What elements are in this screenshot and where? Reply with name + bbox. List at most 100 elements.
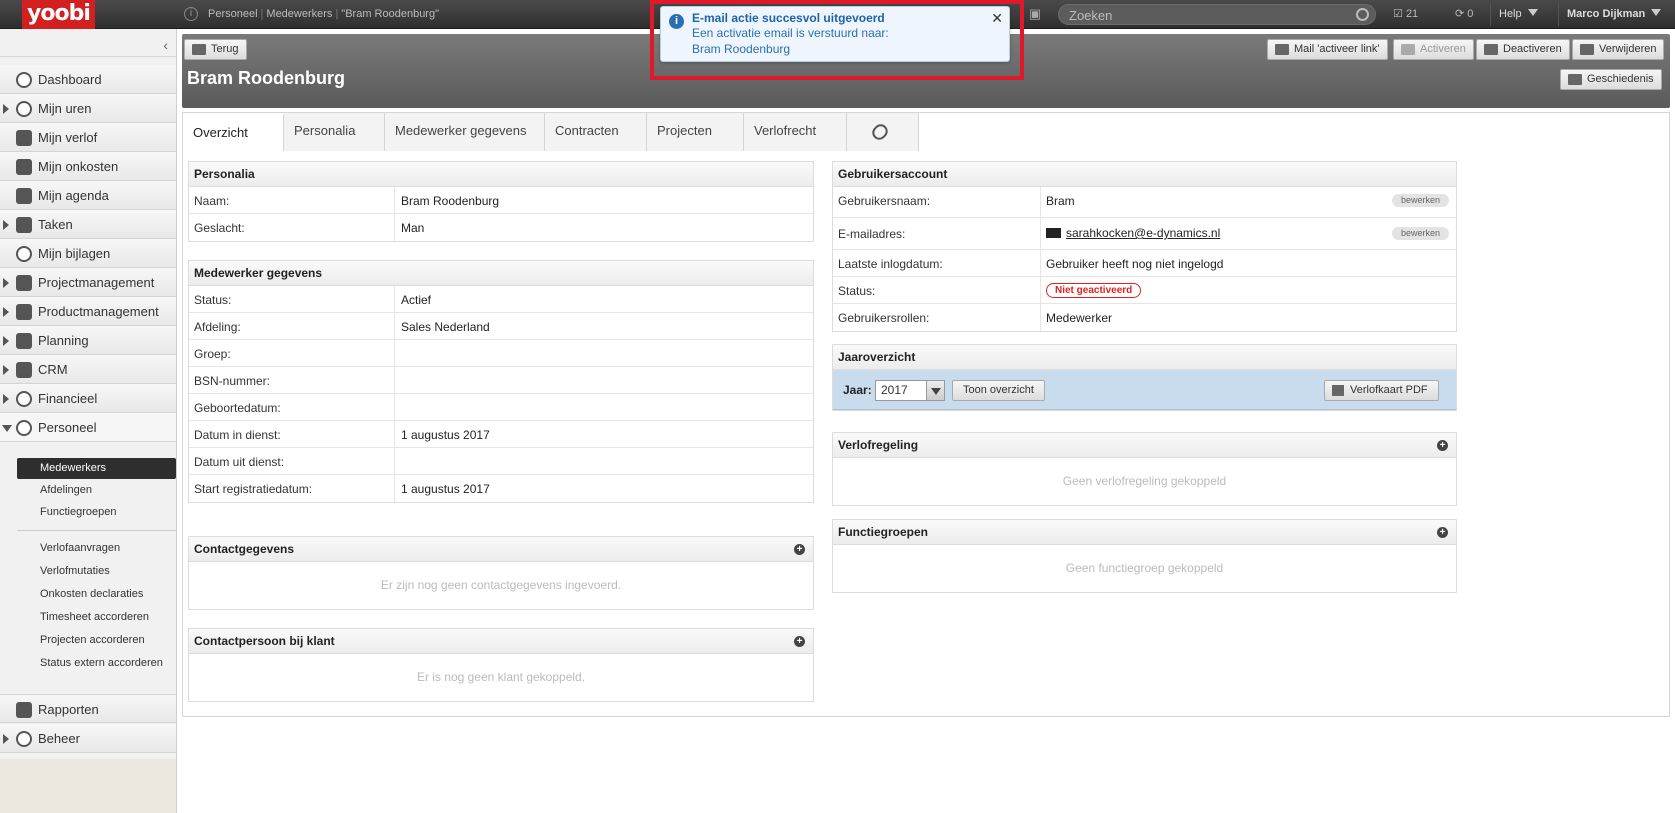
tab-contracten[interactable]: Contracten bbox=[545, 113, 647, 151]
add-icon[interactable]: + bbox=[794, 636, 805, 647]
deactivate-label: Deactiveren bbox=[1503, 43, 1562, 55]
add-icon[interactable]: + bbox=[794, 544, 805, 555]
sidebar-item-mijn-verlof[interactable]: Mijn verlof bbox=[0, 123, 176, 152]
sidebar-item-productmanagement[interactable]: Productmanagement bbox=[0, 297, 176, 326]
year-select[interactable]: 2017 bbox=[875, 380, 945, 401]
user-menu[interactable]: Marco Dijkman bbox=[1558, 3, 1669, 26]
sidebar-subitem-functiegroepen[interactable]: Functiegroepen bbox=[17, 502, 176, 523]
search-icon[interactable] bbox=[1356, 8, 1369, 21]
collapse-arrow-icon[interactable] bbox=[2, 425, 12, 432]
help-menu[interactable]: Help bbox=[1490, 3, 1546, 26]
field-label: Gebruikersrollen: bbox=[838, 311, 930, 325]
pdf-label: Verlofkaart PDF bbox=[1350, 384, 1428, 396]
expand-arrow-icon[interactable] bbox=[3, 336, 9, 346]
activate-button[interactable]: Activeren bbox=[1393, 39, 1474, 60]
add-icon[interactable]: + bbox=[1437, 440, 1448, 451]
sidebar-item-crm[interactable]: CRM bbox=[0, 355, 176, 384]
contact-card-icon[interactable]: ▣ bbox=[1026, 5, 1044, 23]
wrench-icon bbox=[16, 731, 32, 747]
expand-arrow-icon[interactable] bbox=[3, 307, 9, 317]
edit-email-button[interactable]: bewerken bbox=[1391, 227, 1449, 240]
history-button[interactable]: Geschiedenis bbox=[1560, 69, 1662, 90]
sidebar-item-mijn-agenda[interactable]: Mijn agenda bbox=[0, 181, 176, 210]
chevron-down-icon[interactable] bbox=[926, 381, 944, 400]
checklist-icon bbox=[16, 217, 32, 233]
sidebar-item-label: Beheer bbox=[38, 731, 80, 746]
tasks-counter[interactable]: ☑ 21 bbox=[1393, 7, 1418, 20]
panel-title: Contactpersoon bij klant bbox=[194, 634, 335, 648]
expand-arrow-icon[interactable] bbox=[3, 365, 9, 375]
table-row: Afdeling: Sales Nederland bbox=[189, 313, 813, 340]
field-label: Groep: bbox=[194, 347, 231, 361]
tab-overzicht[interactable]: Overzicht bbox=[183, 113, 284, 151]
show-overview-button[interactable]: Toon overzicht bbox=[952, 380, 1045, 401]
expand-arrow-icon[interactable] bbox=[3, 734, 9, 744]
tab-verlofrecht[interactable]: Verlofrecht bbox=[744, 113, 847, 151]
field-label: Geboortedatum: bbox=[194, 401, 281, 415]
sidebar-subitem-projecten-accorderen[interactable]: Projecten accorderen bbox=[17, 630, 176, 651]
sidebar-item-label: Mijn agenda bbox=[38, 188, 109, 203]
sidebar-item-beheer[interactable]: Beheer bbox=[0, 724, 176, 753]
sidebar-item-financieel[interactable]: Financieel bbox=[0, 384, 176, 413]
edit-username-button[interactable]: bewerken bbox=[1391, 194, 1449, 207]
expand-arrow-icon[interactable] bbox=[3, 220, 9, 230]
tab-medewerker-gegevens[interactable]: Medewerker gegevens bbox=[385, 113, 545, 151]
breadcrumb-item[interactable]: Medewerkers bbox=[266, 8, 332, 20]
calendar-icon bbox=[16, 188, 32, 204]
year-toolbar: Jaar: 2017 Toon overzicht Verlofkaart PD… bbox=[833, 370, 1456, 410]
sidebar: ‹ Dashboard Mijn uren Mijn verlof Mijn o… bbox=[0, 29, 177, 813]
tab-attachments[interactable] bbox=[847, 113, 919, 151]
sidebar-item-mijn-bijlagen[interactable]: Mijn bijlagen bbox=[0, 239, 176, 268]
year-label: Jaar: bbox=[843, 383, 872, 397]
empty-message: Er zijn nog geen contactgegevens ingevoe… bbox=[380, 578, 622, 592]
email-link[interactable]: sarahkocken@e-dynamics.nl bbox=[1066, 226, 1220, 240]
add-icon[interactable]: + bbox=[1437, 527, 1448, 538]
empty-message: Geen functiegroep gekoppeld bbox=[1065, 561, 1224, 575]
paperclip-icon bbox=[16, 246, 32, 262]
breadcrumb-item[interactable]: Personeel bbox=[208, 8, 258, 20]
sidebar-subitem-afdelingen[interactable]: Afdelingen bbox=[17, 480, 176, 501]
sidebar-item-label: Projectmanagement bbox=[38, 275, 155, 290]
sidebar-item-dashboard[interactable]: Dashboard bbox=[0, 65, 176, 94]
leave-card-pdf-button[interactable]: Verlofkaart PDF bbox=[1324, 380, 1439, 401]
panel-header: Functiegroepen + bbox=[833, 520, 1456, 545]
close-icon[interactable]: ✕ bbox=[991, 10, 1003, 27]
sidebar-subitem-status-extern-accorderen[interactable]: Status extern accorderen bbox=[17, 653, 176, 674]
expand-arrow-icon[interactable] bbox=[3, 394, 9, 404]
tab-projecten[interactable]: Projecten bbox=[647, 113, 744, 151]
sidebar-item-projectmanagement[interactable]: Projectmanagement bbox=[0, 268, 176, 297]
sidebar-item-taken[interactable]: Taken bbox=[0, 210, 176, 239]
chevron-left-icon[interactable]: ‹ bbox=[163, 37, 168, 53]
sidebar-subitem-onkosten-declaraties[interactable]: Onkosten declaraties bbox=[17, 584, 176, 605]
panel-header: Contactgegevens + bbox=[189, 537, 813, 562]
sidebar-item-rapporten[interactable]: Rapporten bbox=[0, 694, 176, 723]
back-button[interactable]: Terug bbox=[184, 39, 247, 60]
sidebar-collapse[interactable]: ‹ bbox=[0, 35, 176, 57]
sidebar-subitem-medewerkers[interactable]: Medewerkers bbox=[17, 458, 176, 479]
calendar-17-icon bbox=[16, 333, 32, 349]
sidebar-item-mijn-onkosten[interactable]: Mijn onkosten bbox=[0, 152, 176, 181]
sidebar-item-label: Mijn onkosten bbox=[38, 159, 119, 174]
sidebar-subitem-verlofmutaties[interactable]: Verlofmutaties bbox=[17, 561, 176, 582]
search-box[interactable] bbox=[1058, 4, 1376, 25]
expand-arrow-icon[interactable] bbox=[3, 278, 9, 288]
delete-button[interactable]: Verwijderen bbox=[1572, 39, 1665, 60]
sidebar-item-mijn-uren[interactable]: Mijn uren bbox=[0, 94, 176, 123]
sidebar-subitem-verlofaanvragen[interactable]: Verlofaanvragen bbox=[17, 538, 176, 559]
sidebar-item-planning[interactable]: Planning bbox=[0, 326, 176, 355]
deactivate-button[interactable]: Deactiveren bbox=[1476, 39, 1570, 60]
sidebar-subitem-timesheet-accorderen[interactable]: Timesheet accorderen bbox=[17, 607, 176, 628]
sidebar-item-personeel[interactable]: Personeel bbox=[0, 413, 176, 442]
activate-label: Activeren bbox=[1420, 43, 1466, 55]
tab-personalia[interactable]: Personalia bbox=[284, 113, 385, 151]
table-row: Laatste inlogdatum: Gebruiker heeft nog n… bbox=[833, 250, 1456, 277]
mail-activate-link-button[interactable]: Mail 'activeer link' bbox=[1267, 39, 1388, 60]
info-icon[interactable]: i bbox=[184, 7, 198, 21]
sync-counter[interactable]: ⟳ 0 bbox=[1455, 7, 1473, 20]
yoobi-logo[interactable]: yoobi bbox=[22, 0, 95, 29]
trash-icon bbox=[1580, 44, 1594, 55]
search-input[interactable] bbox=[1069, 7, 1349, 23]
expand-arrow-icon[interactable] bbox=[3, 104, 9, 114]
sidebar-divider bbox=[17, 530, 176, 531]
sidebar-item-label: Dashboard bbox=[38, 72, 102, 87]
